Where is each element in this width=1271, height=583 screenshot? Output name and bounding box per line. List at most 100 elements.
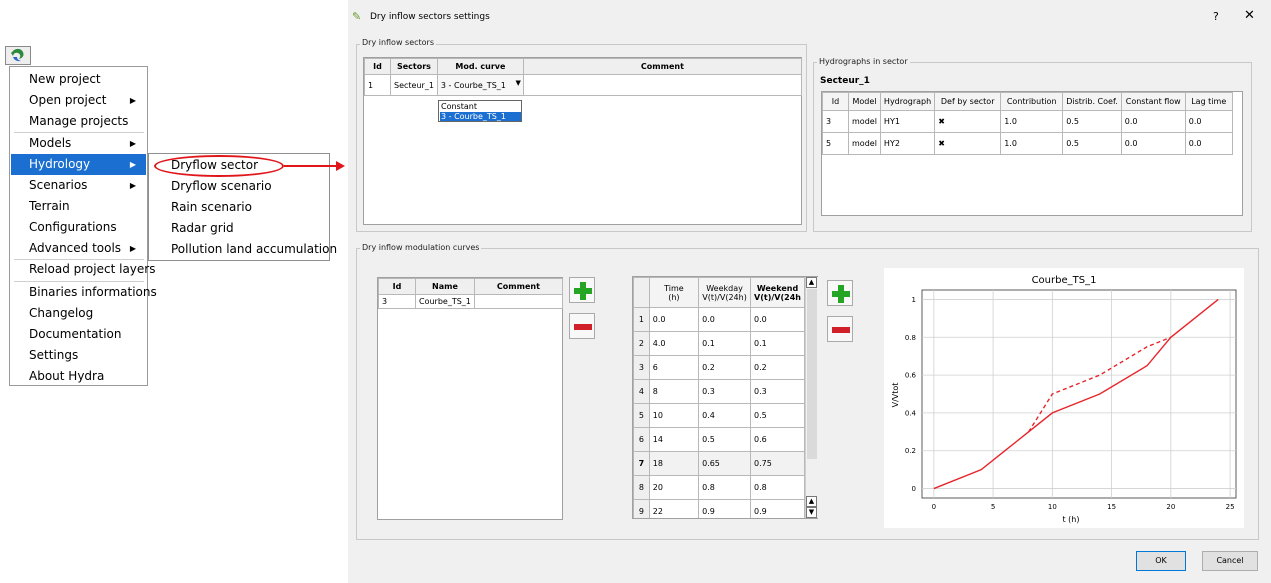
remove-time-row-button[interactable] — [827, 316, 853, 342]
hydrographs-header-lag-time[interactable]: Lag time — [1184, 92, 1233, 111]
menu-item-scenarios[interactable]: Scenarios ▶ — [11, 175, 146, 196]
dropdown-option-courbe[interactable]: 3 - Courbe_TS_1 — [440, 112, 521, 121]
sector-id-cell[interactable]: 1 — [364, 74, 391, 96]
time-value-cell[interactable]: 0.8 — [698, 475, 752, 500]
menu-item-open-project[interactable]: Open project ▶ — [11, 90, 146, 111]
table-row[interactable]: 4 8 0.3 0.3 — [633, 379, 805, 404]
menu-item-settings[interactable]: Settings — [11, 345, 146, 366]
table-row[interactable]: 3 Courbe_TS_1 — [378, 294, 563, 309]
hydrographs-header-id[interactable]: Id — [822, 92, 849, 111]
time-header-weekend[interactable]: Weekend V(t)/V(24h — [750, 277, 805, 308]
time-value-cell[interactable]: 18 — [648, 451, 700, 476]
time-value-cell[interactable]: 6 — [648, 355, 700, 380]
time-value-cell[interactable]: 0.0 — [750, 307, 805, 332]
curve-name-cell[interactable]: Courbe_TS_1 — [415, 294, 475, 309]
hydrographs-header-constant-flow[interactable]: Constant flow — [1120, 92, 1186, 111]
add-time-row-button[interactable] — [827, 280, 853, 306]
time-value-cell[interactable]: 0.4 — [698, 403, 752, 428]
time-value-cell[interactable]: 4.0 — [648, 331, 700, 356]
chevron-down-icon[interactable]: ▼ — [516, 79, 521, 87]
time-value-cell[interactable]: 8 — [648, 379, 700, 404]
time-value-cell[interactable]: 0.1 — [750, 331, 805, 356]
hydrograph-cell[interactable]: HY2 — [879, 132, 936, 155]
hydrograph-cell[interactable]: 0.5 — [1062, 110, 1122, 133]
scroll-thumb[interactable] — [807, 289, 817, 459]
time-value-cell[interactable]: 0.9 — [698, 499, 752, 518]
time-value-cell[interactable]: 0.1 — [698, 331, 752, 356]
time-value-cell[interactable]: 0.3 — [750, 379, 805, 404]
menu-item-models[interactable]: Models ▶ — [11, 133, 146, 154]
sectors-header-comment[interactable]: Comment — [522, 58, 802, 75]
mod-curve-combo[interactable]: 3 - Courbe_TS_1 ▼ — [436, 74, 524, 96]
hydrographs-header-contribution[interactable]: Contribution — [1000, 92, 1064, 111]
menu-item-new-project[interactable]: New project — [11, 69, 146, 90]
hydrograph-cell[interactable]: 0.0 — [1120, 110, 1186, 133]
table-row[interactable]: 2 4.0 0.1 0.1 — [633, 331, 805, 356]
scroll-down-icon[interactable]: ▼ — [806, 507, 817, 518]
sector-name-cell[interactable]: Secteur_1 — [390, 74, 438, 96]
sector-comment-cell[interactable] — [522, 74, 802, 96]
close-button[interactable]: ✕ — [1244, 8, 1255, 23]
menu-item-manage-projects[interactable]: Manage projects — [11, 111, 146, 132]
table-row[interactable]: 3 6 0.2 0.2 — [633, 355, 805, 380]
submenu-item-rain-scenario[interactable]: Rain scenario — [149, 197, 329, 218]
menu-item-about-hydra[interactable]: About Hydra — [11, 366, 146, 387]
hydrograph-cell[interactable]: 0.0 — [1184, 132, 1233, 155]
menu-item-binaries-informations[interactable]: Binaries informations — [11, 282, 157, 303]
def-by-sector-check-icon[interactable]: ✖ — [934, 132, 1002, 155]
hydrograph-cell[interactable]: 0.0 — [1184, 110, 1233, 133]
time-value-cell[interactable]: 0.5 — [698, 427, 752, 452]
table-row[interactable]: 5 model HY2 ✖ 1.0 0.5 0.0 0.0 — [822, 132, 1233, 155]
menu-item-advanced-tools[interactable]: Advanced tools ▶ — [11, 238, 146, 259]
curves-header-id[interactable]: Id — [378, 278, 416, 295]
time-value-cell[interactable]: 14 — [648, 427, 700, 452]
submenu-item-pollution-land-accumulation[interactable]: Pollution land accumulation — [149, 239, 337, 260]
menu-item-hydrology[interactable]: Hydrology ▶ — [11, 154, 146, 175]
mod-curve-dropdown[interactable]: Constant 3 - Courbe_TS_1 — [438, 100, 522, 122]
hydrographs-header-model[interactable]: Model — [848, 92, 881, 111]
time-header-time[interactable]: Time (h) — [648, 277, 700, 308]
sectors-header-id[interactable]: Id — [364, 58, 391, 75]
time-value-cell[interactable]: 0.2 — [698, 355, 752, 380]
menu-item-terrain[interactable]: Terrain — [11, 196, 146, 217]
table-row[interactable]: 3 model HY1 ✖ 1.0 0.5 0.0 0.0 — [822, 110, 1233, 133]
hydrograph-cell[interactable]: 5 — [822, 132, 849, 155]
time-value-cell[interactable]: 10 — [648, 403, 700, 428]
help-button[interactable]: ? — [1213, 10, 1219, 23]
menu-item-configurations[interactable]: Configurations — [11, 217, 146, 238]
remove-curve-button[interactable] — [569, 313, 595, 339]
sectors-header-mod-curve[interactable]: Mod. curve — [436, 58, 524, 75]
hydrographs-header-hydrograph[interactable]: Hydrograph — [879, 92, 936, 111]
table-row[interactable]: 6 14 0.5 0.6 — [633, 427, 805, 452]
curves-header-comment[interactable]: Comment — [473, 278, 563, 295]
table-row[interactable]: 1 0.0 0.0 0.0 — [633, 307, 805, 332]
menu-item-reload-project-layers[interactable]: Reload project layers — [11, 259, 155, 280]
sectors-header-sectors[interactable]: Sectors — [390, 58, 438, 75]
time-value-cell[interactable]: 0.8 — [750, 475, 805, 500]
def-by-sector-check-icon[interactable]: ✖ — [934, 110, 1002, 133]
curves-header-name[interactable]: Name — [415, 278, 475, 295]
submenu-item-dryflow-scenario[interactable]: Dryflow scenario — [149, 176, 329, 197]
table-row[interactable]: 7 18 0.65 0.75 — [633, 451, 805, 476]
curve-comment-cell[interactable] — [473, 294, 563, 309]
table-row[interactable]: 1 Secteur_1 3 - Courbe_TS_1 ▼ — [364, 74, 802, 96]
table-row[interactable]: 9 22 0.9 0.9 — [633, 499, 805, 518]
time-table-scrollbar[interactable]: ▲ ▲ ▼ — [805, 277, 818, 518]
time-value-cell[interactable]: 0.9 — [750, 499, 805, 518]
table-row[interactable]: 8 20 0.8 0.8 — [633, 475, 805, 500]
hydra-plugin-button[interactable] — [5, 46, 31, 65]
menu-item-changelog[interactable]: Changelog — [11, 303, 146, 324]
time-value-cell[interactable]: 0.65 — [698, 451, 752, 476]
time-header-weekday[interactable]: Weekday V(t)/V(24h) — [698, 277, 752, 308]
hydrograph-cell[interactable]: 0.5 — [1062, 132, 1122, 155]
menu-item-documentation[interactable]: Documentation — [11, 324, 146, 345]
time-value-cell[interactable]: 0.5 — [750, 403, 805, 428]
time-value-cell[interactable]: 20 — [648, 475, 700, 500]
time-value-cell[interactable]: 0.2 — [750, 355, 805, 380]
hydrograph-cell[interactable]: 1.0 — [1000, 132, 1064, 155]
table-row[interactable]: 5 10 0.4 0.5 — [633, 403, 805, 428]
time-value-cell[interactable]: 0.0 — [698, 307, 752, 332]
cancel-button[interactable]: Cancel — [1202, 551, 1258, 571]
hydrograph-cell[interactable]: 3 — [822, 110, 849, 133]
hydrographs-header-distrib-coef-[interactable]: Distrib. Coef. — [1062, 92, 1122, 111]
